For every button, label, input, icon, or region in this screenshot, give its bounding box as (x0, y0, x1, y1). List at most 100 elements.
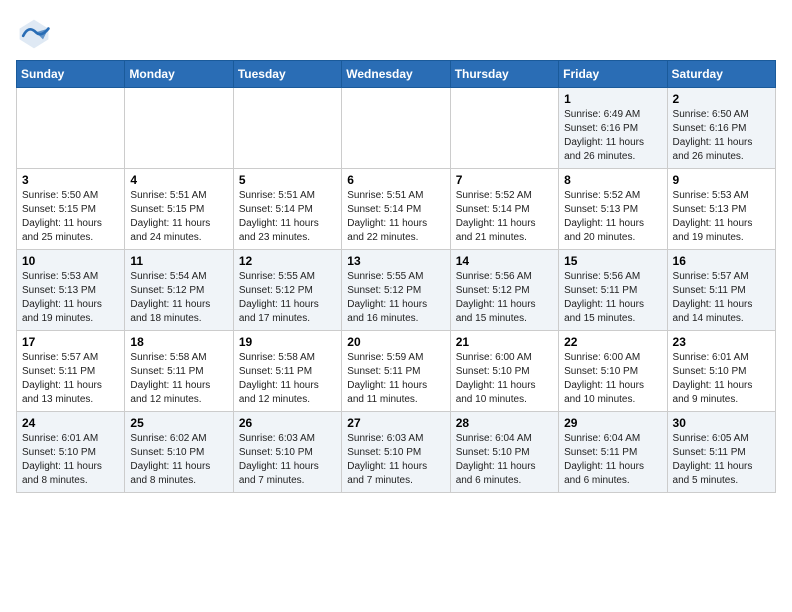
day-info: Sunrise: 6:00 AMSunset: 5:10 PMDaylight:… (456, 351, 553, 407)
day-info: Sunrise: 5:57 AMSunset: 5:11 PMDaylight:… (22, 351, 119, 407)
day-info: Sunrise: 5:52 AMSunset: 5:13 PMDaylight:… (564, 189, 661, 245)
day-number: 30 (673, 416, 770, 430)
calendar-header-row: SundayMondayTuesdayWednesdayThursdayFrid… (17, 61, 776, 88)
day-info: Sunrise: 5:55 AMSunset: 5:12 PMDaylight:… (347, 270, 444, 326)
day-number: 15 (564, 254, 661, 268)
calendar-cell: 14 Sunrise: 5:56 AMSunset: 5:12 PMDayligh… (450, 250, 558, 331)
day-info: Sunrise: 5:53 AMSunset: 5:13 PMDaylight:… (22, 270, 119, 326)
day-number: 12 (239, 254, 336, 268)
day-info: Sunrise: 6:01 AMSunset: 5:10 PMDaylight:… (673, 351, 770, 407)
calendar-week-4: 17 Sunrise: 5:57 AMSunset: 5:11 PMDayligh… (17, 331, 776, 412)
day-info: Sunrise: 6:05 AMSunset: 5:11 PMDaylight:… (673, 432, 770, 488)
day-info: Sunrise: 6:49 AMSunset: 6:16 PMDaylight:… (564, 108, 661, 164)
day-number: 6 (347, 173, 444, 187)
day-number: 22 (564, 335, 661, 349)
calendar-week-3: 10 Sunrise: 5:53 AMSunset: 5:13 PMDayligh… (17, 250, 776, 331)
calendar-cell: 3 Sunrise: 5:50 AMSunset: 5:15 PMDaylight… (17, 169, 125, 250)
day-info: Sunrise: 5:51 AMSunset: 5:15 PMDaylight:… (130, 189, 227, 245)
calendar-cell: 4 Sunrise: 5:51 AMSunset: 5:15 PMDaylight… (125, 169, 233, 250)
day-number: 1 (564, 92, 661, 106)
day-info: Sunrise: 6:01 AMSunset: 5:10 PMDaylight:… (22, 432, 119, 488)
calendar-cell: 21 Sunrise: 6:00 AMSunset: 5:10 PMDayligh… (450, 331, 558, 412)
calendar-cell: 13 Sunrise: 5:55 AMSunset: 5:12 PMDayligh… (342, 250, 450, 331)
calendar-cell: 23 Sunrise: 6:01 AMSunset: 5:10 PMDayligh… (667, 331, 775, 412)
calendar-cell (450, 88, 558, 169)
calendar-cell (342, 88, 450, 169)
calendar-cell (17, 88, 125, 169)
day-info: Sunrise: 5:55 AMSunset: 5:12 PMDaylight:… (239, 270, 336, 326)
day-info: Sunrise: 5:51 AMSunset: 5:14 PMDaylight:… (239, 189, 336, 245)
day-info: Sunrise: 6:00 AMSunset: 5:10 PMDaylight:… (564, 351, 661, 407)
calendar-cell: 18Sunrise: 5:58 AMSunset: 5:11 PMDayligh… (125, 331, 233, 412)
day-info: Sunrise: 5:53 AMSunset: 5:13 PMDaylight:… (673, 189, 770, 245)
day-info: Sunrise: 6:50 AMSunset: 6:16 PMDaylight:… (673, 108, 770, 164)
day-number: 26 (239, 416, 336, 430)
calendar-cell: 7 Sunrise: 5:52 AMSunset: 5:14 PMDaylight… (450, 169, 558, 250)
day-info: Sunrise: 6:03 AMSunset: 5:10 PMDaylight:… (239, 432, 336, 488)
day-info: Sunrise: 6:02 AMSunset: 5:10 PMDaylight:… (130, 432, 227, 488)
calendar-cell: 29 Sunrise: 6:04 AMSunset: 5:11 PMDayligh… (559, 412, 667, 493)
day-header-friday: Friday (559, 61, 667, 88)
calendar-cell: 26 Sunrise: 6:03 AMSunset: 5:10 PMDayligh… (233, 412, 341, 493)
day-number: 2 (673, 92, 770, 106)
day-number: 5 (239, 173, 336, 187)
calendar: SundayMondayTuesdayWednesdayThursdayFrid… (16, 60, 776, 493)
calendar-week-5: 24 Sunrise: 6:01 AMSunset: 5:10 PMDayligh… (17, 412, 776, 493)
calendar-cell: 6Sunrise: 5:51 AMSunset: 5:14 PMDaylight… (342, 169, 450, 250)
calendar-week-2: 3 Sunrise: 5:50 AMSunset: 5:15 PMDaylight… (17, 169, 776, 250)
day-number: 29 (564, 416, 661, 430)
day-number: 24 (22, 416, 119, 430)
day-number: 4 (130, 173, 227, 187)
calendar-cell: 12 Sunrise: 5:55 AMSunset: 5:12 PMDayligh… (233, 250, 341, 331)
day-info: Sunrise: 5:54 AMSunset: 5:12 PMDaylight:… (130, 270, 227, 326)
calendar-cell: 28Sunrise: 6:04 AMSunset: 5:10 PMDayligh… (450, 412, 558, 493)
calendar-cell: 22 Sunrise: 6:00 AMSunset: 5:10 PMDayligh… (559, 331, 667, 412)
calendar-cell: 16Sunrise: 5:57 AMSunset: 5:11 PMDayligh… (667, 250, 775, 331)
calendar-cell: 30 Sunrise: 6:05 AMSunset: 5:11 PMDayligh… (667, 412, 775, 493)
calendar-cell: 10 Sunrise: 5:53 AMSunset: 5:13 PMDayligh… (17, 250, 125, 331)
day-number: 9 (673, 173, 770, 187)
calendar-week-1: 1 Sunrise: 6:49 AMSunset: 6:16 PMDaylight… (17, 88, 776, 169)
logo (16, 16, 56, 52)
day-number: 17 (22, 335, 119, 349)
calendar-cell: 27 Sunrise: 6:03 AMSunset: 5:10 PMDayligh… (342, 412, 450, 493)
calendar-cell: 1 Sunrise: 6:49 AMSunset: 6:16 PMDaylight… (559, 88, 667, 169)
calendar-cell: 11Sunrise: 5:54 AMSunset: 5:12 PMDayligh… (125, 250, 233, 331)
calendar-cell: 9 Sunrise: 5:53 AMSunset: 5:13 PMDaylight… (667, 169, 775, 250)
calendar-cell: 24 Sunrise: 6:01 AMSunset: 5:10 PMDayligh… (17, 412, 125, 493)
day-header-saturday: Saturday (667, 61, 775, 88)
day-number: 23 (673, 335, 770, 349)
day-number: 27 (347, 416, 444, 430)
day-info: Sunrise: 5:59 AMSunset: 5:11 PMDaylight:… (347, 351, 444, 407)
day-number: 7 (456, 173, 553, 187)
day-info: Sunrise: 6:04 AMSunset: 5:11 PMDaylight:… (564, 432, 661, 488)
page-header (16, 16, 776, 52)
calendar-cell: 2 Sunrise: 6:50 AMSunset: 6:16 PMDaylight… (667, 88, 775, 169)
day-number: 18 (130, 335, 227, 349)
day-info: Sunrise: 5:52 AMSunset: 5:14 PMDaylight:… (456, 189, 553, 245)
day-header-monday: Monday (125, 61, 233, 88)
day-number: 19 (239, 335, 336, 349)
day-number: 10 (22, 254, 119, 268)
calendar-cell: 25Sunrise: 6:02 AMSunset: 5:10 PMDayligh… (125, 412, 233, 493)
logo-icon (16, 16, 52, 52)
day-header-tuesday: Tuesday (233, 61, 341, 88)
day-number: 21 (456, 335, 553, 349)
calendar-cell: 5 Sunrise: 5:51 AMSunset: 5:14 PMDaylight… (233, 169, 341, 250)
day-info: Sunrise: 5:56 AMSunset: 5:12 PMDaylight:… (456, 270, 553, 326)
day-number: 3 (22, 173, 119, 187)
calendar-cell: 20Sunrise: 5:59 AMSunset: 5:11 PMDayligh… (342, 331, 450, 412)
day-number: 8 (564, 173, 661, 187)
calendar-cell: 8 Sunrise: 5:52 AMSunset: 5:13 PMDaylight… (559, 169, 667, 250)
day-number: 14 (456, 254, 553, 268)
calendar-cell: 17 Sunrise: 5:57 AMSunset: 5:11 PMDayligh… (17, 331, 125, 412)
day-number: 28 (456, 416, 553, 430)
calendar-cell (125, 88, 233, 169)
calendar-cell: 15Sunrise: 5:56 AMSunset: 5:11 PMDayligh… (559, 250, 667, 331)
day-info: Sunrise: 5:50 AMSunset: 5:15 PMDaylight:… (22, 189, 119, 245)
day-number: 13 (347, 254, 444, 268)
calendar-cell (233, 88, 341, 169)
day-info: Sunrise: 6:03 AMSunset: 5:10 PMDaylight:… (347, 432, 444, 488)
day-header-wednesday: Wednesday (342, 61, 450, 88)
day-info: Sunrise: 5:57 AMSunset: 5:11 PMDaylight:… (673, 270, 770, 326)
